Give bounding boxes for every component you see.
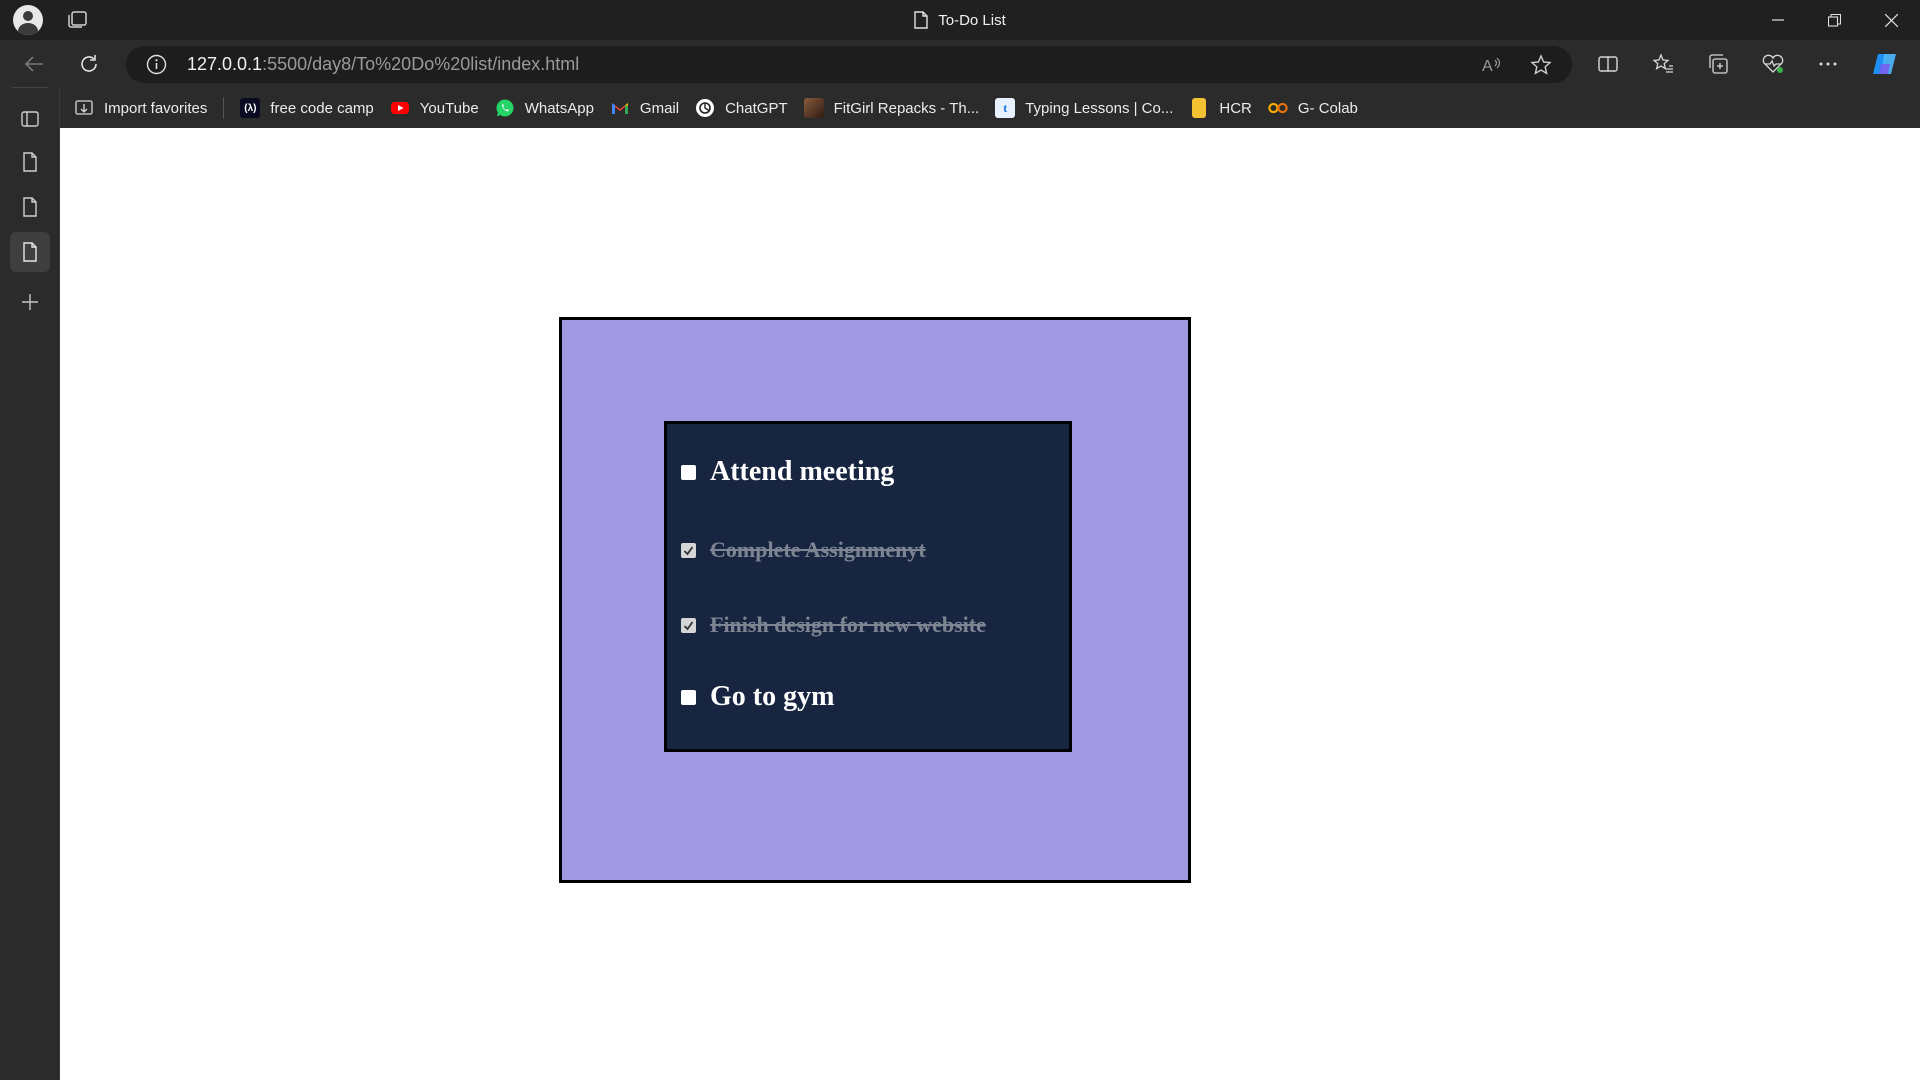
checkmark-icon (683, 545, 694, 555)
favorite-g-colab[interactable]: G- Colab (1260, 93, 1366, 123)
favorite-label: Typing Lessons | Co... (1025, 99, 1174, 117)
more-dots-icon (1819, 62, 1837, 66)
todo-checkbox[interactable] (681, 464, 696, 480)
tab-page-active[interactable] (10, 232, 50, 272)
todo-container: Attend meeting Complete Assignmenyt Fini… (559, 317, 1191, 883)
favorite-whatsapp[interactable]: WhatsApp (487, 93, 602, 123)
restore-icon (1828, 13, 1841, 27)
new-tab-button[interactable] (10, 282, 50, 322)
checkmark-icon (683, 620, 694, 630)
favorite-label: YouTube (419, 99, 479, 117)
navigation-bar: 127.0.0.1:5500/day8/To%20Do%20list/index… (0, 40, 1920, 88)
hcr-icon (1192, 98, 1207, 118)
page-icon (23, 242, 37, 262)
reload-button[interactable] (77, 52, 101, 76)
page-icon (23, 197, 37, 217)
colab-icon (1268, 98, 1288, 118)
address-bar[interactable]: 127.0.0.1:5500/day8/To%20Do%20list/index… (126, 46, 1572, 83)
tab-page-1[interactable] (10, 142, 50, 182)
svg-text:A: A (1482, 58, 1493, 75)
url-host: 127.0.0.1 (187, 54, 263, 74)
favorite-hcr[interactable]: HCR (1181, 93, 1260, 123)
window-title: To-Do List (0, 0, 1920, 40)
collections-icon (1709, 54, 1728, 74)
window-title-text: To-Do List (938, 11, 1006, 29)
favorites-button[interactable] (1651, 52, 1675, 76)
fitgirl-icon (803, 98, 824, 118)
restore-button[interactable] (1806, 0, 1863, 40)
url-text[interactable]: 127.0.0.1:5500/day8/To%20Do%20list/index… (187, 54, 579, 75)
favorite-label: HCR (1219, 99, 1252, 117)
favorite-label: ChatGPT (725, 99, 788, 117)
reload-icon (81, 55, 97, 72)
todo-item-finish-design[interactable]: Finish design for new website (681, 612, 986, 638)
favorite-free-code-camp[interactable]: (λ) free code camp (232, 93, 381, 123)
close-icon (1885, 13, 1898, 27)
todo-text: Attend meeting (710, 456, 895, 487)
settings-more-button[interactable] (1816, 52, 1840, 76)
page-viewport: Attend meeting Complete Assignmenyt Fini… (60, 128, 1920, 1080)
todo-item-go-to-gym[interactable]: Go to gym (681, 681, 834, 713)
favorite-label: Gmail (639, 99, 680, 117)
collections-button[interactable] (1706, 52, 1730, 76)
todo-text: Finish design for new website (710, 612, 986, 637)
page-icon (23, 152, 37, 172)
url-path: :5500/day8/To%20Do%20list/index.html (262, 54, 580, 74)
favorite-label: free code camp (270, 99, 374, 117)
favorite-label: Import favorites (104, 99, 208, 117)
favorite-label: G- Colab (1297, 99, 1358, 117)
freecodecamp-icon: (λ) (240, 98, 261, 118)
split-screen-button[interactable] (1596, 52, 1620, 76)
todo-text: Complete Assignmenyt (710, 537, 926, 562)
favorite-chatgpt[interactable]: ChatGPT (687, 93, 796, 123)
back-arrow-icon (24, 56, 43, 72)
page-icon (914, 11, 928, 29)
heart-pulse-icon (1762, 54, 1784, 73)
browser-essentials-button[interactable] (1761, 52, 1785, 76)
split-screen-icon (1598, 56, 1618, 72)
workspaces-icon[interactable] (66, 10, 88, 30)
favorites-bar: Import favorites (λ) free code camp YouT… (60, 88, 1920, 128)
todo-item-attend-meeting[interactable]: Attend meeting (681, 456, 894, 488)
typing-icon: t (995, 98, 1016, 118)
youtube-icon (390, 98, 410, 118)
todo-text: Go to gym (710, 681, 835, 712)
todo-checkbox[interactable] (681, 689, 696, 705)
close-window-button[interactable] (1863, 0, 1920, 40)
tab-actions-button[interactable] (10, 99, 50, 139)
tab-actions-icon (21, 111, 39, 127)
copilot-icon (1873, 54, 1896, 74)
todo-checkbox-checked[interactable] (681, 617, 696, 633)
import-icon (74, 98, 94, 118)
favorites-divider (223, 97, 225, 119)
todo-list: Attend meeting Complete Assignmenyt Fini… (664, 421, 1072, 752)
favorite-typing-lessons[interactable]: t Typing Lessons | Co... (987, 93, 1181, 123)
gmail-icon (610, 98, 630, 118)
read-aloud-icon[interactable]: A (1480, 54, 1502, 76)
plus-icon (22, 294, 38, 310)
favorite-import-favorites[interactable]: Import favorites (66, 93, 215, 123)
favorites-list-icon (1652, 53, 1673, 73)
favorite-gmail[interactable]: Gmail (602, 93, 687, 123)
minimize-button[interactable] (1749, 0, 1806, 40)
favorite-label: WhatsApp (524, 99, 594, 117)
todo-item-complete-assignment[interactable]: Complete Assignmenyt (681, 537, 926, 563)
title-bar: To-Do List (0, 0, 1920, 40)
site-info-icon[interactable] (146, 54, 167, 75)
copilot-button[interactable] (1870, 49, 1900, 79)
favorite-label: FitGirl Repacks - Th... (833, 99, 980, 117)
vertical-tabs-sidebar (0, 87, 60, 1080)
favorite-star-icon[interactable] (1530, 54, 1552, 76)
back-button[interactable] (22, 52, 46, 76)
minimize-icon (1771, 19, 1784, 21)
chatgpt-icon (695, 98, 715, 118)
favorite-fitgirl-repacks[interactable]: FitGirl Repacks - Th... (796, 93, 988, 123)
favorite-youtube[interactable]: YouTube (382, 93, 487, 123)
todo-checkbox-checked[interactable] (681, 542, 696, 558)
whatsapp-icon (495, 98, 515, 118)
tab-page-2[interactable] (10, 187, 50, 227)
profile-avatar-icon[interactable] (13, 5, 43, 35)
